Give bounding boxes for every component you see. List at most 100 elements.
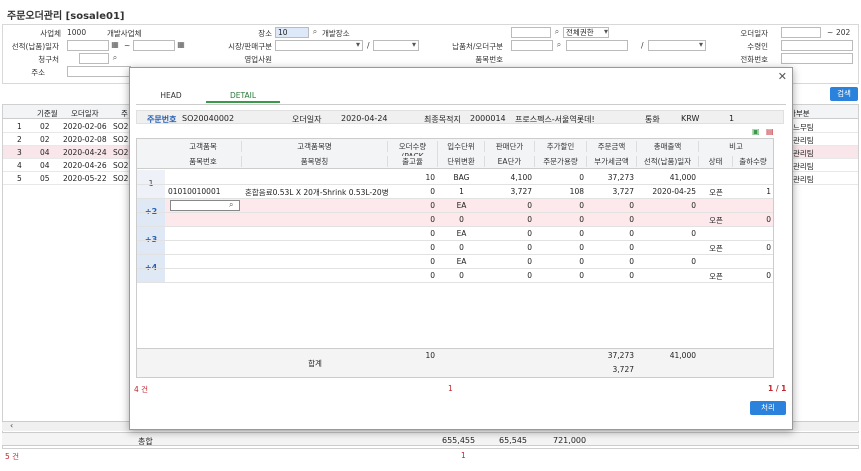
grid-cell[interactable]: 0	[535, 271, 587, 280]
close-icon[interactable]: ✕	[778, 70, 787, 83]
search-icon[interactable]: ⌕	[110, 53, 120, 63]
grid-cell[interactable]: 0	[733, 271, 773, 280]
approver-label: 수령인	[747, 42, 768, 51]
grid-cell[interactable]: 108	[535, 187, 587, 196]
col-header: 추가할인	[535, 141, 587, 152]
grid-cell[interactable]: 0	[388, 187, 438, 196]
row-divider	[137, 198, 773, 199]
grid-cell[interactable]: 0	[587, 215, 637, 224]
grid-cell[interactable]: 0	[485, 243, 535, 252]
grid-cell[interactable]: 1	[733, 187, 773, 196]
grid-cell[interactable]: 오픈	[699, 215, 733, 226]
order-date-start[interactable]	[781, 27, 821, 38]
grid-cell[interactable]: 0	[637, 257, 699, 266]
grid-cell[interactable]: 0	[535, 173, 587, 182]
grid-cell[interactable]: 0	[587, 257, 637, 266]
excel-icon[interactable]: ▣	[752, 127, 760, 136]
grid-cell[interactable]: 오픈	[699, 271, 733, 282]
grid-cell[interactable]: 혼합음료0.53L X 20개-Shrink 0.53L-20병*16단	[242, 187, 388, 198]
grid-cell[interactable]: 0	[535, 201, 587, 210]
grid-cell[interactable]: EA	[438, 201, 485, 210]
record-count: 5 건	[5, 452, 20, 461]
grid-cell[interactable]: 0	[388, 201, 438, 210]
order-date-end[interactable]: 202	[836, 28, 850, 37]
grid-cell[interactable]: 0	[733, 215, 773, 224]
location-code-input[interactable]: 10	[275, 27, 309, 38]
calendar-icon[interactable]: ▦	[176, 40, 186, 50]
billing-input[interactable]	[79, 53, 109, 64]
grid-cell[interactable]: 0	[485, 201, 535, 210]
grid-cell[interactable]: 0	[438, 271, 485, 280]
col-header: 총매출액	[637, 141, 699, 152]
row-dept: 관리팀	[793, 175, 814, 184]
grid-cell[interactable]: 41,000	[637, 173, 699, 182]
search-button[interactable]: 검색	[830, 87, 858, 101]
order-no-input[interactable]	[511, 27, 551, 38]
col-header-code: 주	[121, 109, 128, 118]
grid-cell[interactable]: EA	[438, 229, 485, 238]
search-icon[interactable]: ⌕	[554, 40, 564, 50]
grid-cell[interactable]: 3,727	[485, 187, 535, 196]
phone-input[interactable]	[781, 53, 853, 64]
ship-date-start[interactable]	[67, 40, 109, 51]
grid-cell[interactable]: 0	[535, 229, 587, 238]
detail-page-info: 1 / 1	[768, 384, 787, 393]
grid-cell[interactable]: 0	[485, 271, 535, 280]
market-select[interactable]	[275, 40, 363, 51]
process-button[interactable]: 처리	[750, 401, 786, 415]
grid-cell[interactable]: 2020-04-25	[637, 187, 699, 196]
grid-cell[interactable]: 4,100	[485, 173, 535, 182]
grid-cell[interactable]: 0	[637, 229, 699, 238]
page-number: 1	[461, 451, 466, 460]
calendar-icon[interactable]: ▦	[110, 40, 120, 50]
business-code: 1000	[67, 28, 87, 37]
search-icon[interactable]: ⌕	[552, 27, 562, 37]
grid-cell[interactable]: 3,727	[587, 187, 637, 196]
search-icon[interactable]: ⌕	[229, 200, 233, 210]
grid-cell[interactable]: 0	[485, 257, 535, 266]
address-input[interactable]	[67, 66, 131, 77]
grid-cell[interactable]: 0	[587, 243, 637, 252]
grid-cell[interactable]: 0	[535, 215, 587, 224]
grid-cell[interactable]: 0	[485, 215, 535, 224]
sum-vat: 3,727	[612, 365, 634, 374]
grid-cell[interactable]: 0	[485, 229, 535, 238]
grid-cell[interactable]: 0	[535, 257, 587, 266]
row-month: 02	[40, 135, 50, 144]
col-header: 입수단위	[438, 141, 485, 152]
ship-date-end[interactable]	[133, 40, 175, 51]
grid-cell[interactable]: 0	[388, 271, 438, 280]
approver-input[interactable]	[781, 40, 853, 51]
grid-cell[interactable]: EA	[438, 257, 485, 266]
grid-cell[interactable]: 0	[438, 215, 485, 224]
tab-detail[interactable]: DETAIL	[206, 89, 280, 103]
detail-count: 4 건	[134, 385, 149, 394]
grid-cell[interactable]: 0	[587, 271, 637, 280]
delete-icon[interactable]: ▤	[766, 127, 774, 136]
grid-cell[interactable]: 1	[438, 187, 485, 196]
col-header-date: 오더일자	[71, 109, 99, 118]
total-value-2: 65,545	[499, 436, 527, 445]
grid-cell[interactable]: 0	[438, 243, 485, 252]
grid-cell[interactable]: 0	[587, 201, 637, 210]
grid-cell[interactable]: 오픈	[699, 187, 733, 198]
grid-cell[interactable]: BAG	[438, 173, 485, 182]
grid-cell[interactable]: 10	[388, 173, 438, 182]
search-icon[interactable]: ⌕	[310, 27, 320, 37]
grid-cell[interactable]: 0	[587, 229, 637, 238]
grid-cell[interactable]: 0	[388, 229, 438, 238]
tab-head[interactable]: HEAD	[136, 89, 206, 103]
grid-cell[interactable]: 오픈	[699, 243, 733, 254]
sum-label: 합계	[308, 359, 322, 368]
grid-cell[interactable]: 0	[388, 215, 438, 224]
grid-cell[interactable]: 0	[637, 201, 699, 210]
chevron-left-icon[interactable]: ‹	[10, 421, 13, 430]
grid-cell[interactable]: 0	[733, 243, 773, 252]
row-date: 2020-04-26	[63, 161, 107, 170]
grid-cell[interactable]: 0	[388, 243, 438, 252]
deliver-input[interactable]	[511, 40, 553, 51]
grid-cell[interactable]: 0	[535, 243, 587, 252]
grid-cell[interactable]: 01010010001	[165, 187, 242, 196]
grid-cell[interactable]: 0	[388, 257, 438, 266]
grid-cell[interactable]: 37,273	[587, 173, 637, 182]
